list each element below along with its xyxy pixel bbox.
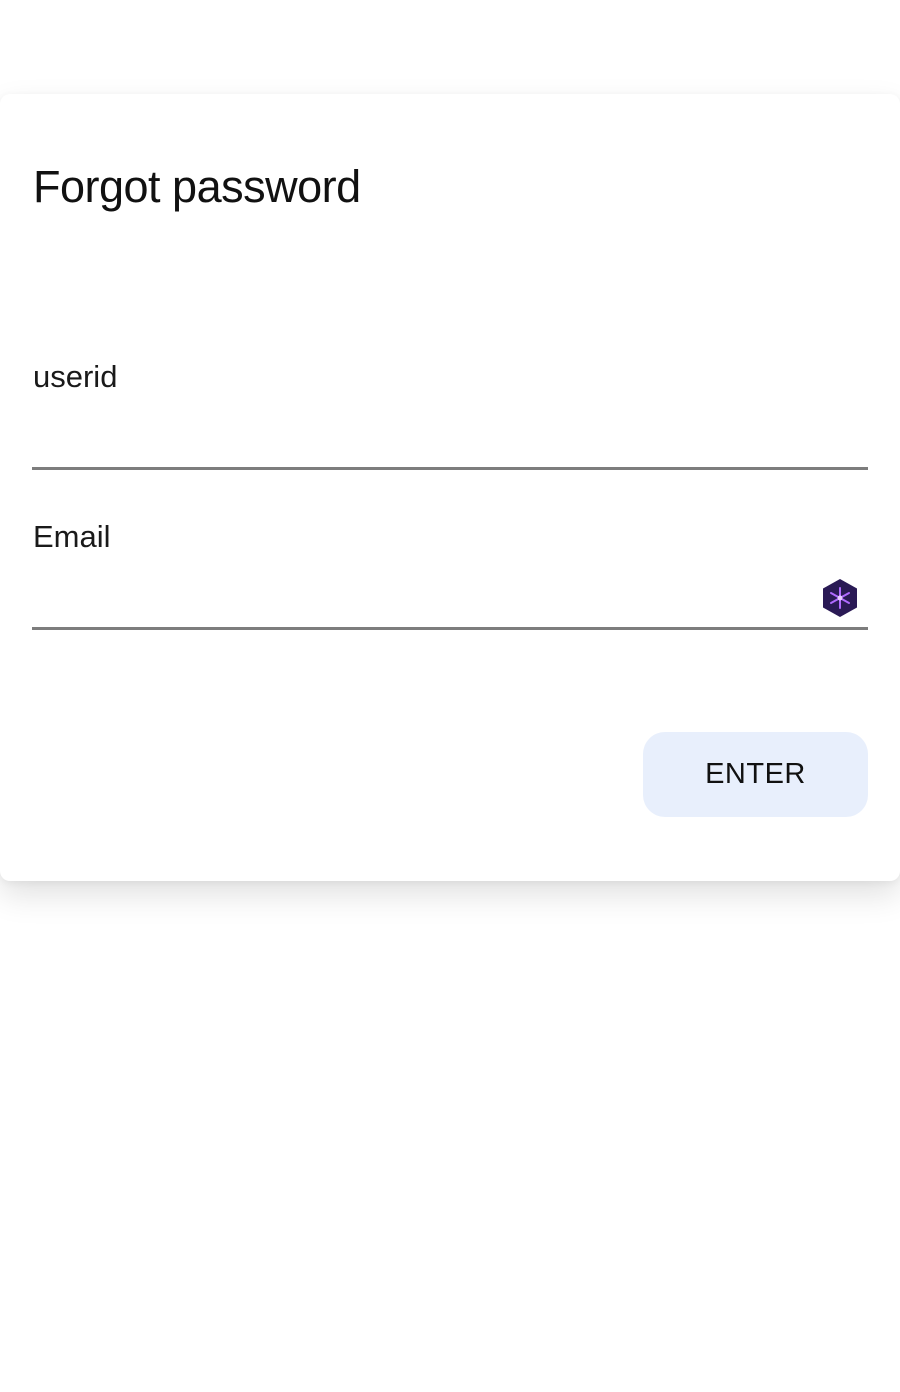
email-input[interactable] bbox=[32, 578, 868, 631]
userid-field: userid bbox=[32, 358, 868, 471]
userid-input[interactable] bbox=[32, 418, 868, 471]
email-label: Email bbox=[33, 519, 111, 554]
forgot-password-dialog: Forgot password userid Email ENTER bbox=[0, 94, 900, 881]
email-field: Email bbox=[32, 518, 868, 631]
enter-button[interactable]: ENTER bbox=[643, 732, 868, 817]
page: Forgot password userid Email ENTER bbox=[0, 0, 900, 1392]
password-manager-extension-icon[interactable] bbox=[820, 578, 860, 618]
dialog-title: Forgot password bbox=[33, 161, 361, 212]
userid-label: userid bbox=[33, 359, 118, 394]
